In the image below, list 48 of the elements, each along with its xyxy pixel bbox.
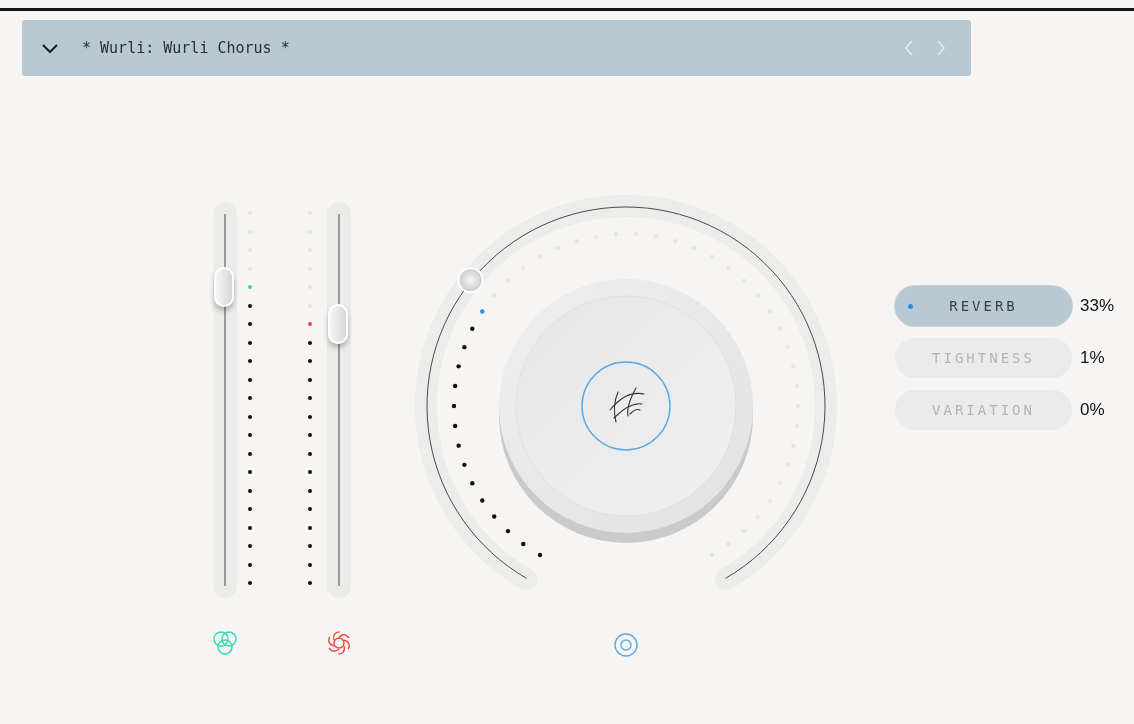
level-dot	[308, 451, 312, 456]
concentric-circles-icon	[612, 631, 640, 659]
level-dot	[248, 581, 252, 585]
dial-thumb[interactable]	[457, 267, 484, 294]
level-dot	[248, 340, 252, 345]
level-dot	[248, 433, 252, 437]
slider-thumb[interactable]	[214, 267, 234, 307]
level-dot	[248, 451, 252, 456]
level-dot	[248, 322, 252, 326]
level-dot	[308, 544, 312, 548]
level-dot	[248, 414, 252, 419]
level-dot	[248, 377, 252, 382]
slider-thumb[interactable]	[328, 304, 348, 344]
level-dot	[248, 488, 252, 493]
level-dot	[308, 507, 312, 511]
level-dot	[248, 525, 252, 530]
level-dot	[308, 377, 312, 382]
dial-track[interactable]	[415, 195, 837, 591]
level-dot	[308, 340, 312, 345]
slider-track[interactable]	[327, 202, 351, 598]
level-dot	[248, 359, 252, 363]
level-dot	[308, 414, 312, 419]
level-dot	[248, 470, 252, 474]
level-dot	[248, 396, 252, 400]
knob[interactable]	[499, 279, 753, 543]
chevron-down-icon[interactable]	[40, 41, 60, 55]
chevron-right-icon	[935, 39, 947, 57]
level-dot	[308, 525, 312, 530]
level-dot	[248, 562, 252, 567]
level-dot	[308, 359, 312, 363]
chevron-left-icon	[903, 39, 915, 57]
level-dot	[308, 488, 312, 493]
parameter-value: 1%	[1080, 348, 1105, 368]
parameter-tab[interactable]: REVERB	[895, 286, 1072, 326]
parameter-value: 0%	[1080, 400, 1105, 420]
level-dot	[308, 562, 312, 567]
scribble-icon	[609, 387, 645, 423]
level-dot	[248, 303, 252, 308]
level-dot	[308, 581, 312, 585]
level-dot	[308, 396, 312, 400]
venn-icon	[210, 628, 240, 658]
level-dot	[308, 433, 312, 437]
parameter-value: 33%	[1080, 296, 1115, 316]
preset-name[interactable]: * Wurli: Wurli Chorus *	[82, 39, 889, 57]
level-dot	[248, 507, 252, 511]
level-dot	[248, 544, 252, 548]
level-dot	[308, 470, 312, 474]
slider-track[interactable]	[213, 202, 237, 598]
